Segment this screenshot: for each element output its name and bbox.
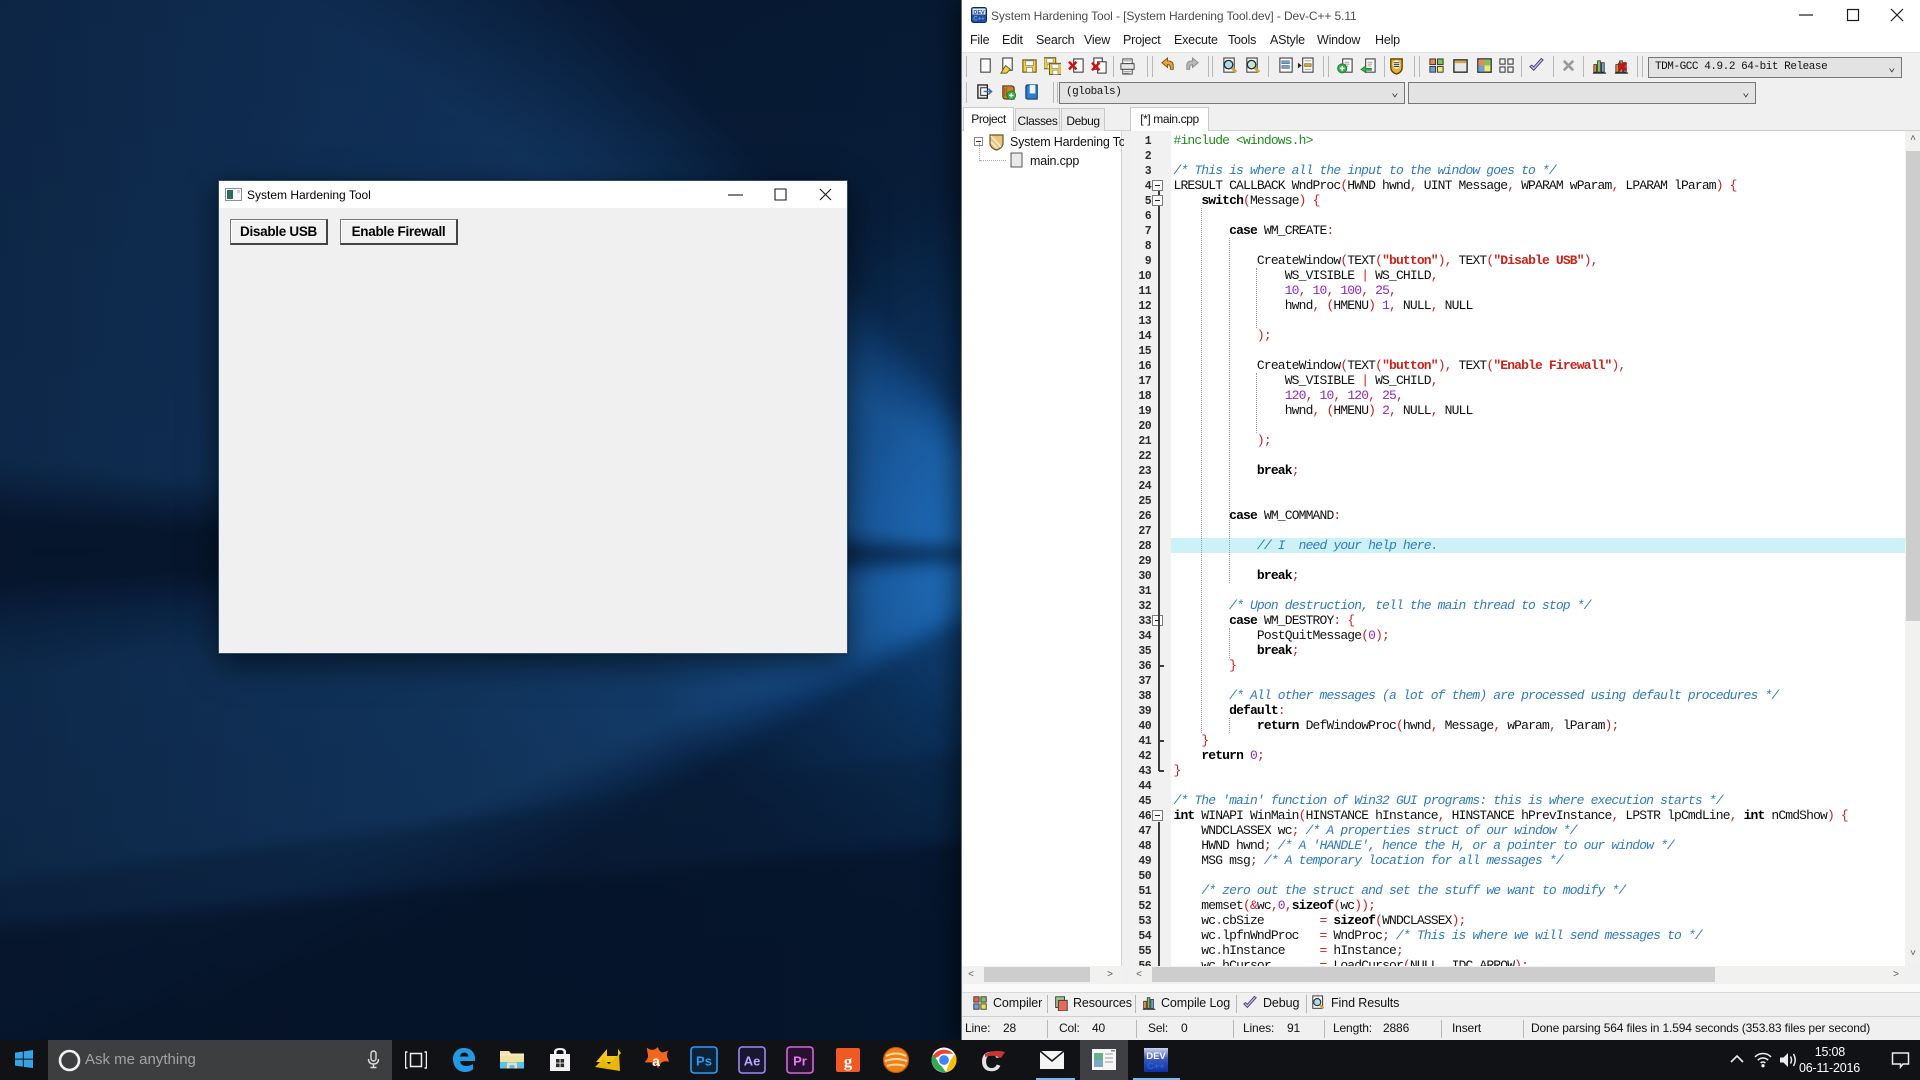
svg-text:C++: C++ [973, 17, 985, 23]
svg-text:Ae: Ae [744, 1054, 761, 1069]
svg-text:a: a [652, 1053, 660, 1069]
svg-text:DEV: DEV [973, 10, 985, 16]
svg-text:C++: C++ [1147, 1061, 1165, 1072]
svg-text:g: g [844, 1052, 853, 1071]
svg-text:C: C [981, 1046, 1001, 1075]
svg-text:Ps: Ps [696, 1054, 712, 1069]
svg-text:Pr: Pr [793, 1054, 807, 1069]
